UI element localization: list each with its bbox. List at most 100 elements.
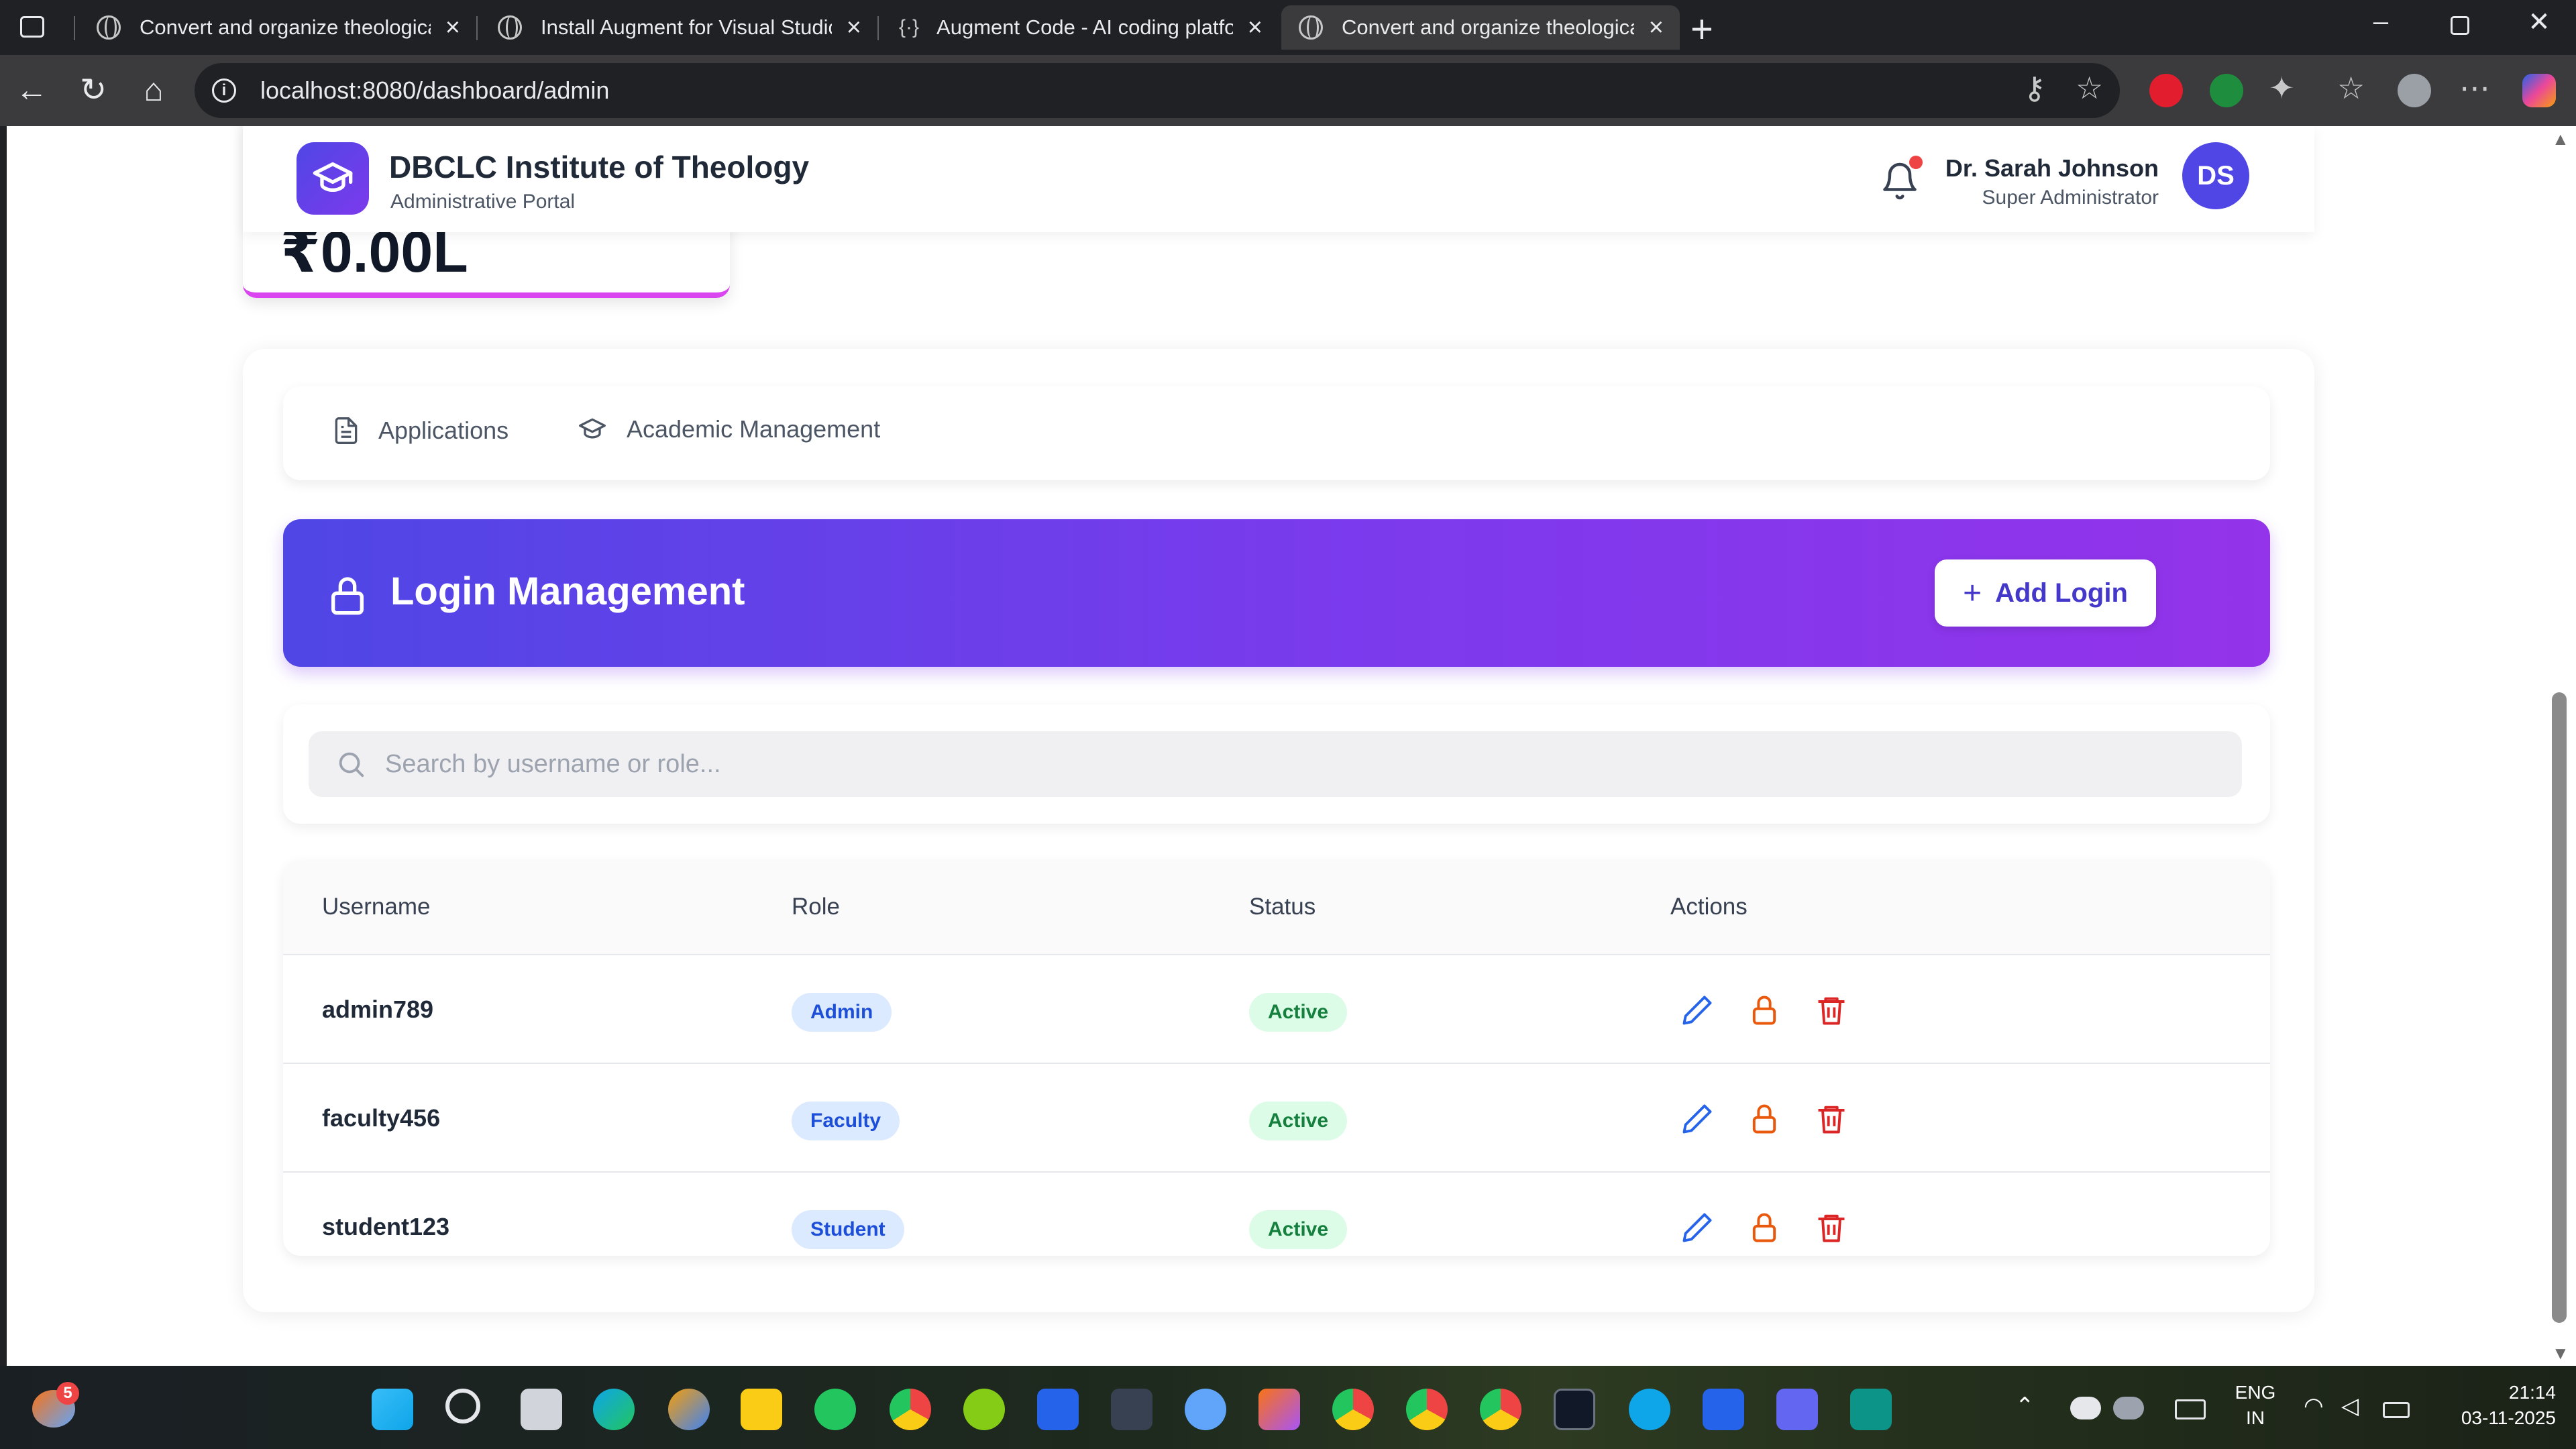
scroll-thumb[interactable]: [2552, 692, 2567, 1323]
column-header-status: Status: [1249, 894, 1316, 920]
browser-tab-2[interactable]: Install Augment for Visual Studio ×: [480, 5, 877, 50]
avatar[interactable]: DS: [2182, 142, 2249, 209]
clock[interactable]: 21:14 03-11-2025: [2428, 1382, 2556, 1429]
chrome-profile-3-icon[interactable]: [1480, 1389, 1521, 1430]
reload-button[interactable]: ↻: [72, 70, 114, 111]
tab-applications[interactable]: Applications: [331, 415, 508, 447]
section-title: Login Management: [390, 570, 745, 613]
delete-icon[interactable]: [1814, 1102, 1849, 1136]
whatsapp-icon[interactable]: [814, 1389, 856, 1430]
file-explorer-icon[interactable]: [741, 1389, 782, 1430]
puzzle-icon[interactable]: ✦: [2269, 70, 2295, 106]
copilot-icon[interactable]: [2522, 74, 2556, 107]
taskbar: 5 ⌃ ENG IN ◠ ◁ 21:14 03-11-2025: [0, 1366, 2576, 1449]
tab-actions-icon[interactable]: [20, 16, 44, 38]
role-badge: Faculty: [792, 1102, 900, 1140]
chrome-profile-2-icon[interactable]: [1406, 1389, 1448, 1430]
scroll-up-icon[interactable]: ▲: [2552, 129, 2569, 150]
cloud-sync-icon[interactable]: [2113, 1397, 2144, 1419]
search-box[interactable]: [309, 731, 2242, 797]
globe-icon: [498, 15, 522, 40]
teams-icon[interactable]: [1776, 1389, 1818, 1430]
battery-icon[interactable]: [2383, 1402, 2410, 1418]
role-badge: Student: [792, 1210, 904, 1249]
language-line-2: IN: [2246, 1407, 2265, 1428]
browser-app-icon[interactable]: [668, 1389, 710, 1430]
url-text[interactable]: localhost:8080/dashboard/admin: [260, 76, 609, 105]
restore-button[interactable]: [2423, 7, 2497, 42]
table-row: faculty456 Faculty Active: [283, 1064, 2270, 1173]
profile-icon[interactable]: [2398, 74, 2431, 107]
lock-icon[interactable]: [1747, 1210, 1782, 1245]
search-card: [283, 704, 2270, 824]
store-icon[interactable]: [1703, 1389, 1744, 1430]
volume-icon[interactable]: ◁: [2341, 1393, 2359, 1419]
back-button[interactable]: ←: [11, 70, 52, 111]
column-header-actions: Actions: [1670, 894, 1748, 920]
star-icon[interactable]: ☆: [2076, 70, 2103, 106]
chevron-up-icon[interactable]: ⌃: [2015, 1393, 2035, 1419]
browser-tab-title: Augment Code - AI coding platfo: [936, 15, 1233, 39]
column-header-username: Username: [322, 894, 431, 920]
extension-red-icon[interactable]: [2149, 74, 2183, 107]
globe-icon: [97, 15, 121, 40]
table-row: student123 Student Active: [283, 1173, 2270, 1256]
docker-icon[interactable]: [1629, 1389, 1670, 1430]
language-indicator[interactable]: ENG IN: [2224, 1382, 2286, 1429]
chrome-profile-icon[interactable]: [1332, 1389, 1374, 1430]
tab-label: Applications: [378, 417, 509, 444]
browser-tab-1[interactable]: Convert and organize theological ×: [79, 5, 476, 50]
close-icon[interactable]: ×: [1649, 13, 1664, 42]
home-button[interactable]: ⌂: [133, 70, 174, 111]
vscode-icon[interactable]: [1037, 1389, 1079, 1430]
user-name: Dr. Sarah Johnson: [1945, 154, 2159, 182]
console-icon[interactable]: [1554, 1389, 1595, 1430]
search-icon[interactable]: [445, 1389, 480, 1424]
browser-tab-3[interactable]: {·} Augment Code - AI coding platfo ×: [881, 5, 1279, 50]
close-icon[interactable]: ×: [1248, 13, 1263, 42]
task-view-icon[interactable]: [521, 1389, 562, 1430]
page-viewport: ₹0.00L DBCLC Institute of Theology Admin…: [7, 126, 2544, 1366]
edit-icon[interactable]: [1680, 1210, 1715, 1245]
wave-app-icon[interactable]: [1850, 1389, 1892, 1430]
login-table: Username Role Status Actions admin789 Ad…: [283, 860, 2270, 1256]
keyboard-icon[interactable]: [2175, 1399, 2206, 1419]
new-tab-button[interactable]: +: [1690, 7, 1713, 52]
language-line-1: ENG: [2235, 1382, 2276, 1403]
browser-tab-4[interactable]: Convert and organize theological ×: [1281, 5, 1680, 50]
scroll-down-icon[interactable]: ▼: [2552, 1343, 2569, 1364]
extension-green-icon[interactable]: [2210, 74, 2243, 107]
close-window-button[interactable]: ✕: [2502, 7, 2576, 38]
more-icon[interactable]: ⋯: [2459, 70, 2490, 106]
edit-icon[interactable]: [1680, 993, 1715, 1028]
key-icon[interactable]: ⚷: [2023, 70, 2046, 106]
qgis-icon[interactable]: [963, 1389, 1005, 1430]
delete-icon[interactable]: [1814, 993, 1849, 1028]
paint-app-icon[interactable]: [1258, 1389, 1300, 1430]
table-row: admin789 Admin Active: [283, 955, 2270, 1064]
browser-tab-title: Convert and organize theological: [1342, 15, 1634, 39]
edge-icon[interactable]: [593, 1389, 635, 1430]
search-input[interactable]: [385, 749, 2196, 779]
tab-academic-management[interactable]: Academic Management: [576, 415, 880, 444]
address-bar[interactable]: i localhost:8080/dashboard/admin: [195, 63, 2120, 118]
minimize-button[interactable]: –: [2344, 7, 2418, 37]
wifi-icon[interactable]: ◠: [2304, 1393, 2324, 1419]
info-icon[interactable]: i: [212, 78, 236, 103]
page-scrollbar[interactable]: ▲ ▼: [2544, 126, 2576, 1366]
close-icon[interactable]: ×: [847, 13, 861, 42]
onedrive-icon[interactable]: [2070, 1397, 2101, 1419]
edit-icon[interactable]: [1680, 1102, 1715, 1136]
chrome-icon[interactable]: [890, 1389, 931, 1430]
browser-tab-title: Install Augment for Visual Studio: [541, 15, 832, 39]
lock-icon[interactable]: [1747, 1102, 1782, 1136]
favorites-icon[interactable]: ☆: [2337, 70, 2365, 106]
close-icon[interactable]: ×: [445, 13, 460, 42]
magnifier-app-icon[interactable]: [1185, 1389, 1226, 1430]
username-cell: faculty456: [322, 1104, 441, 1132]
delete-icon[interactable]: [1814, 1210, 1849, 1245]
add-login-button[interactable]: + Add Login: [1935, 559, 2156, 627]
lock-icon[interactable]: [1747, 993, 1782, 1028]
windows-start-icon[interactable]: [372, 1389, 413, 1430]
terminal-icon[interactable]: [1111, 1389, 1152, 1430]
